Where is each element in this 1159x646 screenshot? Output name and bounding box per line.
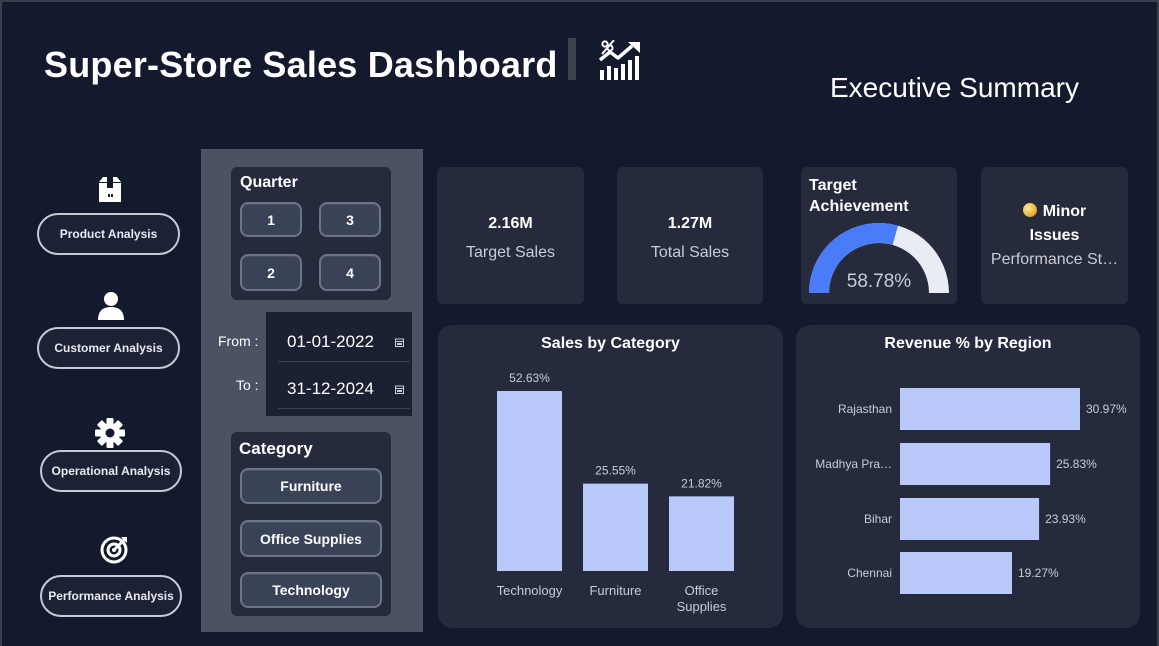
bar-data-label: 25.55% (595, 464, 636, 478)
sales-by-category-chart: 52.63% Technology 25.55% Furniture 21.82% Off… (497, 371, 734, 614)
status-text-line1: Minor (1042, 203, 1087, 220)
region-tick-label: Chennai (847, 566, 892, 580)
from-label: From : (218, 333, 259, 349)
gear-icon (95, 418, 125, 448)
revenue-by-region-chart: Rajasthan 30.97% Madhya Pra… 25.83% Bihar 23.… (815, 388, 1127, 594)
page-title: Super-Store Sales Dashboard (44, 44, 558, 85)
total-sales-label: Total Sales (650, 244, 730, 261)
category-tick-label: Furniture (589, 583, 641, 598)
total-sales-card: 1.27M Total Sales (617, 167, 763, 304)
calendar-icon[interactable] (395, 385, 404, 394)
target-achievement-value: 58.78% (846, 271, 912, 292)
bar-data-label: 21.82% (681, 476, 722, 490)
bar-technology[interactable] (497, 391, 562, 571)
title-divider (568, 38, 576, 80)
target-sales-card: 2.16M Target Sales (437, 167, 584, 304)
category-tick-label: Technology (497, 583, 563, 598)
from-date-input[interactable]: 01-01-2022 (278, 322, 410, 362)
operational-analysis-button[interactable]: Operational Analysis (40, 450, 182, 492)
category-technology-button[interactable]: Technology (240, 572, 382, 608)
revenue-by-region-card: Revenue % by Region Rajasthan 30.97% Madhy… (796, 325, 1140, 628)
user-icon (98, 292, 124, 320)
category-office-supplies-button[interactable]: Office Supplies (240, 520, 382, 557)
total-sales-value: 1.27M (667, 215, 713, 232)
region-tick-label: Bihar (864, 512, 892, 526)
bar-data-label: 30.97% (1086, 402, 1127, 416)
gauge-title-line2: Achievement (809, 198, 909, 215)
quarter-2-button[interactable]: 2 (240, 254, 302, 291)
gauge-title-line1: Target (809, 177, 857, 194)
status-line1: Minor (981, 203, 1128, 221)
category-tick-label: Office (685, 583, 719, 598)
target-icon (100, 536, 128, 564)
calendar-icon[interactable] (395, 338, 404, 347)
status-text-line2: Issues (1029, 227, 1080, 244)
bar-region[interactable] (900, 498, 1040, 540)
target-sales-label: Target Sales (466, 244, 555, 261)
executive-summary-heading: Executive Summary (830, 72, 1079, 103)
from-date-value: 01-01-2022 (287, 331, 374, 351)
to-date-value: 31-12-2024 (287, 378, 374, 398)
category-tick-label: Supplies (677, 599, 727, 614)
bar-data-label: 25.83% (1056, 457, 1097, 471)
to-date-input[interactable]: 31-12-2024 (278, 369, 410, 409)
bar-region[interactable] (900, 552, 1012, 594)
category-furniture-button[interactable]: Furniture (240, 468, 382, 504)
bar-data-label: 52.63% (509, 371, 550, 385)
to-label: To : (236, 377, 259, 393)
performance-status-label: Performance St… (990, 251, 1119, 268)
performance-analysis-button[interactable]: Performance Analysis (40, 575, 182, 617)
box-icon (99, 177, 121, 202)
region-tick-label: Rajasthan (838, 402, 892, 416)
category-heading: Category (239, 439, 313, 458)
quarter-4-button[interactable]: 4 (319, 254, 381, 291)
customer-analysis-button[interactable]: Customer Analysis (37, 327, 180, 369)
chart-growth-icon (598, 40, 640, 80)
status-dot-icon (1022, 203, 1037, 217)
bar-furniture[interactable] (583, 483, 648, 571)
bar-region[interactable] (900, 388, 1080, 430)
sales-by-category-card: Sales by Category 52.63% Technology 25.55%… (438, 325, 783, 628)
quarter-1-button[interactable]: 1 (240, 202, 302, 237)
product-analysis-button[interactable]: Product Analysis (37, 213, 180, 255)
target-achievement-title: Target Achievement (809, 175, 909, 217)
region-tick-label: Madhya Pra… (815, 457, 892, 471)
quarter-heading: Quarter (240, 174, 298, 191)
bar-office-supplies[interactable] (669, 496, 734, 571)
bar-data-label: 19.27% (1018, 566, 1059, 580)
target-sales-value: 2.16M (488, 215, 533, 232)
target-achievement-card: Target Achievement 58.78% (801, 167, 957, 304)
bar-data-label: 23.93% (1045, 512, 1086, 526)
bar-region[interactable] (900, 443, 1051, 485)
performance-status-card: Minor Issues Performance St… (981, 167, 1128, 304)
quarter-3-button[interactable]: 3 (319, 202, 381, 237)
